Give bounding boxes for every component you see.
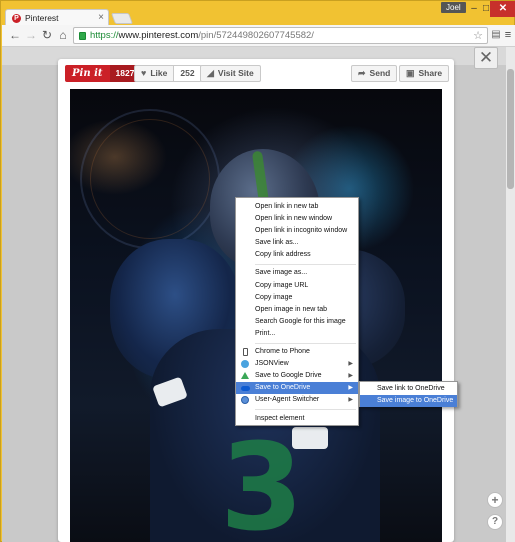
menu-separator [255,409,356,410]
tab-close-icon[interactable]: × [98,12,104,23]
send-label: Send [369,68,391,78]
menu-open-image-new-tab[interactable]: Open image in new tab [236,304,358,316]
like-button[interactable]: ♥ Like [135,66,173,81]
help-button[interactable]: ? [487,514,503,530]
send-button[interactable]: ➦ Send [351,65,398,82]
profile-badge[interactable]: Joel [441,2,466,13]
back-arrow-icon[interactable]: ← [8,28,22,42]
onedrive-icon [241,386,250,392]
share-button[interactable]: ▣ Share [399,65,450,82]
chrome-menu-icon[interactable]: ≡ [502,28,514,42]
url-host: www.pinterest.com [118,30,199,41]
menu-save-to-onedrive-label: Save to OneDrive [255,384,311,392]
tab-title: Pinterest [25,13,59,23]
menu-print[interactable]: Print... [236,328,358,340]
visit-site-button[interactable]: ◢ Visit Site [200,65,261,82]
menu-separator [255,342,356,344]
user-agent-switcher-icon [241,396,249,405]
title-bar: P Pinterest × Joel – □ ✕ [1,1,515,26]
menu-copy-link-address[interactable]: Copy link address [236,249,358,261]
submenu-save-link-to-onedrive[interactable]: Save link to OneDrive [360,383,457,395]
menu-inspect-element[interactable]: Inspect element [236,413,358,425]
menu-save-to-onedrive[interactable]: Save to OneDrive ▶ [236,382,358,395]
menu-chrome-to-phone-label: Chrome to Phone [255,348,310,356]
reload-icon[interactable]: ↻ [40,28,54,42]
url-path: /pin/572449802607745582/ [198,30,314,41]
tab-pinterest[interactable]: P Pinterest × [5,9,109,26]
send-inner: ➦ Send [352,66,396,81]
like-label: Like [150,68,168,78]
menu-save-image-as[interactable]: Save image as... [236,267,358,279]
pin-it-button[interactable]: Pin it 1827 [65,65,141,82]
menu-user-agent-switcher-label: User-Agent Switcher [255,396,320,404]
menu-user-agent-switcher[interactable]: User-Agent Switcher ▶ [236,394,358,406]
menu-search-google-image[interactable]: Search Google for this image [236,316,358,328]
visit-site-label: Visit Site [217,68,254,78]
visit-site-icon: ◢ [207,68,214,78]
menu-open-link-new-window[interactable]: Open link in new window [236,213,358,225]
share-label: Share [418,68,443,78]
visit-site-inner: ◢ Visit Site [201,66,260,81]
menu-copy-image[interactable]: Copy image [236,292,358,304]
jsonview-icon [241,360,249,369]
menu-open-link-incognito[interactable]: Open link in incognito window [236,225,358,237]
menu-chrome-to-phone[interactable]: Chrome to Phone [236,346,358,358]
submenu-arrow-icon: ▶ [348,373,353,380]
image-glow-ring-2 [90,119,210,239]
menu-save-to-google-drive-label: Save to Google Drive [255,372,322,380]
google-drive-icon [241,372,249,380]
new-tab-button[interactable] [110,13,134,24]
like-count: 252 [173,66,201,81]
home-icon[interactable]: ⌂ [56,28,70,42]
facebook-icon: ▣ [406,68,415,78]
browser-window: P Pinterest × Joel – □ ✕ ← → ↻ ⌂ https:/… [0,0,515,542]
lock-icon [79,31,86,40]
add-pin-button[interactable]: + [487,492,503,508]
submenu-arrow-icon: ▶ [348,361,353,368]
url-scheme: https:// [90,30,119,41]
menu-jsonview[interactable]: JSONView ▶ [236,358,358,370]
submenu-arrow-icon: ▶ [348,385,353,392]
extension-icon[interactable]: ▤ [490,28,502,42]
heart-icon: ♥ [141,68,147,78]
bookmark-star-icon[interactable]: ☆ [473,29,483,42]
menu-open-link-new-tab[interactable]: Open link in new tab [236,201,358,213]
submenu-save-image-to-onedrive[interactable]: Save image to OneDrive [360,395,457,407]
send-arrow-icon: ➦ [358,68,366,78]
browser-toolbar: ← → ↻ ⌂ https:// www.pinterest.com /pin/… [2,25,515,47]
phone-icon [243,348,248,357]
close-pin-button[interactable]: ✕ [474,47,498,69]
scrollbar-thumb[interactable] [507,69,514,189]
image-jersey-number: 3 [220,419,304,542]
pinterest-logo-icon: P [12,13,21,23]
context-menu: Open link in new tab Open link in new wi… [235,197,359,426]
pin-it-label: Pin it [65,65,110,82]
menu-copy-image-url[interactable]: Copy image URL [236,280,358,292]
address-bar[interactable]: https:// www.pinterest.com /pin/57244980… [73,27,488,44]
menu-save-link-as[interactable]: Save link as... [236,237,358,249]
page-scrollbar[interactable] [506,47,515,542]
menu-jsonview-label: JSONView [255,360,289,368]
share-inner: ▣ Share [400,66,448,81]
forward-arrow-icon[interactable]: → [24,28,38,42]
onedrive-submenu: Save link to OneDrive Save image to OneD… [359,381,458,407]
menu-save-to-google-drive[interactable]: Save to Google Drive ▶ [236,370,358,382]
close-window-button[interactable]: ✕ [490,1,515,17]
submenu-arrow-icon: ▶ [348,397,353,404]
menu-separator [255,263,356,265]
like-button-group: ♥ Like 252 [134,65,202,82]
